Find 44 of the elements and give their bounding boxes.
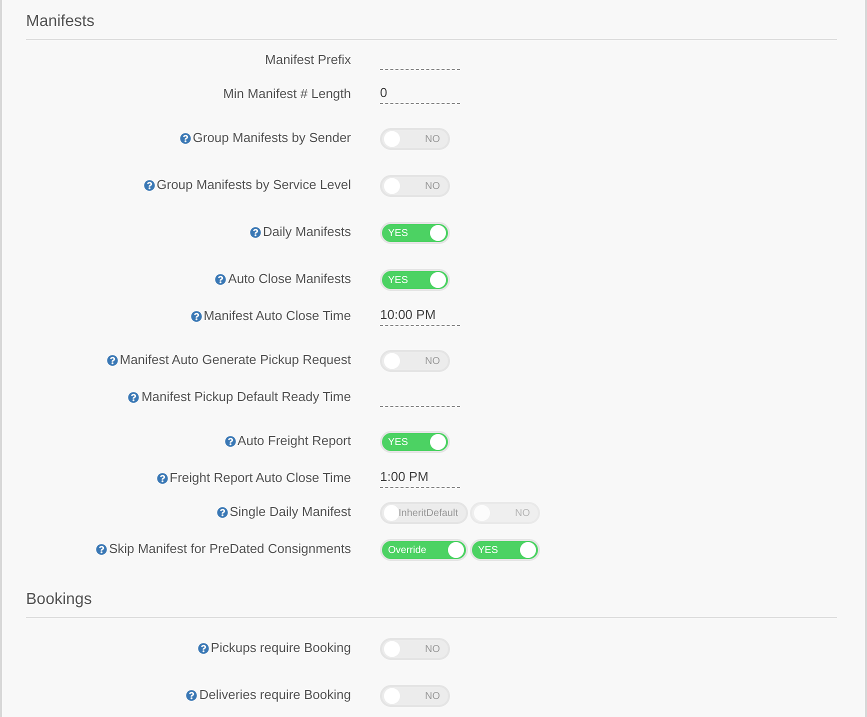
setting-label: Single Daily Manifest bbox=[230, 504, 351, 520]
toggle-switch[interactable]: NO bbox=[380, 350, 450, 372]
help-icon[interactable] bbox=[250, 226, 261, 238]
setting-label: Daily Manifests bbox=[262, 224, 351, 240]
input-field[interactable]: 10:00 PM bbox=[380, 307, 460, 326]
toggle-switch[interactable]: NO bbox=[380, 685, 450, 707]
toggle-switch[interactable]: YES bbox=[380, 222, 450, 244]
help-icon[interactable] bbox=[128, 392, 140, 402]
section-title: Bookings bbox=[26, 591, 92, 608]
toggle-switch[interactable]: NO bbox=[380, 128, 450, 150]
toggle-switch[interactable]: YES bbox=[380, 431, 450, 453]
setting-label: Manifest Auto Close Time bbox=[204, 308, 351, 324]
setting-label: Min Manifest # Length bbox=[223, 86, 351, 102]
toggle-switch[interactable]: InheritDefault bbox=[380, 502, 468, 524]
help-icon[interactable] bbox=[198, 642, 209, 654]
toggle-switch[interactable]: YES bbox=[380, 269, 450, 291]
help-icon[interactable] bbox=[215, 274, 226, 284]
help-icon[interactable] bbox=[180, 132, 191, 144]
toggle-switch[interactable]: NO bbox=[380, 175, 450, 197]
help-icon[interactable] bbox=[96, 544, 107, 554]
help-icon[interactable] bbox=[190, 310, 202, 322]
setting-label: Auto Freight Report bbox=[238, 433, 351, 449]
help-icon[interactable] bbox=[156, 472, 168, 484]
section-title: Manifests bbox=[26, 13, 94, 30]
setting-label: Deliveries require Booking bbox=[199, 687, 351, 703]
help-icon[interactable] bbox=[224, 436, 236, 446]
setting-label: Group Manifests by Service Level bbox=[156, 177, 351, 193]
help-icon[interactable] bbox=[216, 506, 228, 518]
setting-label: Group Manifests by Sender bbox=[192, 130, 351, 146]
toggle-switch[interactable]: Override bbox=[380, 539, 468, 561]
setting-label: Freight Report Auto Close Time bbox=[170, 470, 351, 486]
setting-label: Manifest Auto Generate Pickup Request bbox=[120, 352, 351, 368]
help-icon[interactable] bbox=[106, 354, 118, 366]
input-field[interactable]: 1:00 PM bbox=[380, 469, 460, 488]
setting-label: Manifest Pickup Default Ready Time bbox=[141, 389, 351, 405]
help-icon[interactable] bbox=[144, 180, 155, 190]
setting-label: Skip Manifest for PreDated Consignments bbox=[108, 541, 351, 557]
help-icon[interactable] bbox=[186, 690, 198, 700]
toggle-switch[interactable]: NO bbox=[380, 638, 450, 660]
setting-label: Pickups require Booking bbox=[210, 640, 351, 656]
setting-label: Manifest Prefix bbox=[265, 52, 351, 68]
setting-label: Auto Close Manifests bbox=[228, 271, 351, 287]
toggle-switch[interactable]: YES bbox=[470, 539, 540, 561]
input-field[interactable]: 0 bbox=[380, 85, 460, 104]
